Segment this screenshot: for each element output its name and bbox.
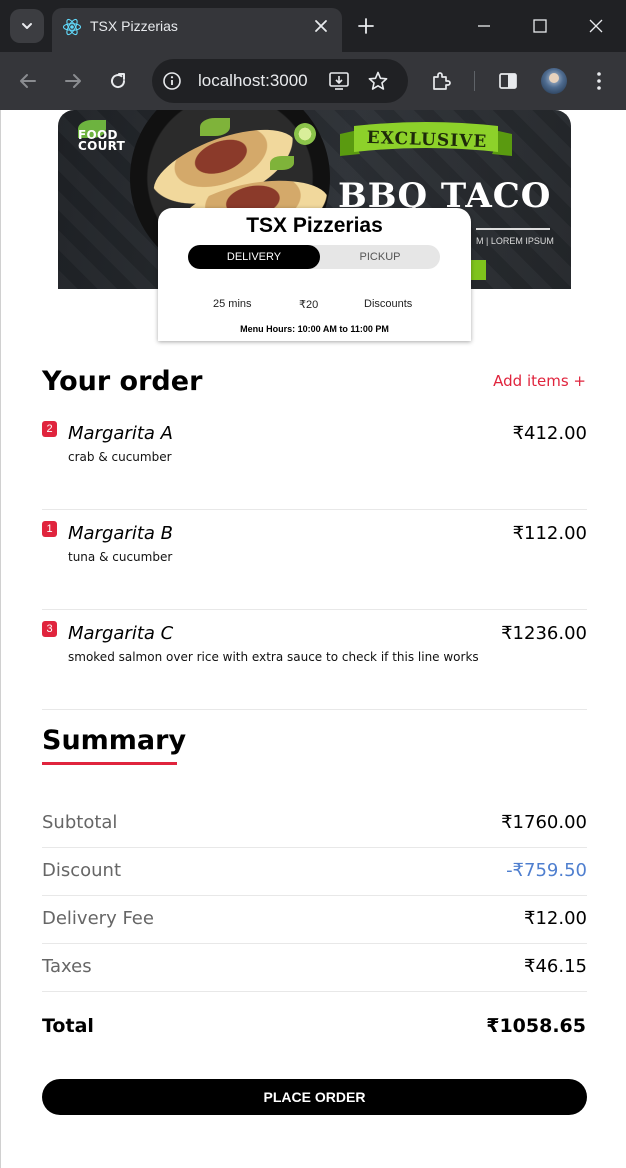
food-court-logo: FOOD COURT — [78, 120, 138, 153]
pickup-tab[interactable]: PICKUP — [320, 245, 440, 269]
item-name: Margarita C — [68, 623, 174, 644]
react-favicon-icon — [62, 18, 82, 36]
item-description: smoked salmon over rice with extra sauce… — [68, 650, 479, 664]
quantity-badge: 1 — [42, 521, 57, 537]
browser-titlebar: TSX Pizzerias — [0, 0, 626, 52]
place-order-button[interactable]: PLACE ORDER — [42, 1079, 587, 1115]
summary-value: ₹46.15 — [524, 956, 587, 977]
window-close-icon[interactable] — [586, 16, 606, 36]
summary-row-taxes: Taxes ₹46.15 — [42, 944, 587, 992]
discounts-link[interactable]: Discounts — [364, 298, 412, 310]
summary-label: Taxes — [42, 956, 92, 977]
maximize-icon[interactable] — [530, 16, 550, 36]
page-content: FOOD COURT EXCLUSIVE BBQ TACO M | LOREM … — [0, 110, 626, 1168]
summary-heading: Summary — [42, 725, 187, 756]
item-price: ₹412.00 — [512, 423, 587, 444]
quantity-badge: 2 — [42, 421, 57, 437]
summary-label: Delivery Fee — [42, 908, 154, 929]
reload-icon[interactable] — [106, 69, 130, 93]
total-label: Total — [42, 1015, 94, 1037]
minimize-icon[interactable] — [474, 16, 494, 36]
summary-value: -₹759.50 — [506, 860, 587, 881]
order-item[interactable]: 2 Margarita A crab & cucumber ₹412.00 — [42, 410, 587, 510]
tab-title: TSX Pizzerias — [90, 18, 178, 34]
close-tab-icon[interactable] — [312, 17, 330, 35]
extensions-icon[interactable] — [429, 69, 453, 93]
order-item[interactable]: 3 Margarita C smoked salmon over rice wi… — [42, 610, 587, 710]
total-value: ₹1058.65 — [486, 1015, 586, 1037]
address-bar[interactable]: localhost:3000 — [152, 59, 408, 103]
eta-text: 25 mins — [213, 298, 252, 310]
delivery-tab[interactable]: DELIVERY — [188, 245, 320, 269]
profile-avatar[interactable] — [541, 68, 567, 94]
add-items-link[interactable]: Add items + — [493, 372, 586, 390]
browser-tab[interactable]: TSX Pizzerias — [52, 8, 342, 52]
banner-subline: M | LOREM IPSUM — [476, 236, 554, 246]
forward-icon[interactable] — [61, 69, 85, 93]
item-price: ₹1236.00 — [501, 623, 587, 644]
summary-value: ₹1760.00 — [501, 812, 587, 833]
summary-value: ₹12.00 — [524, 908, 587, 929]
restaurant-info-card: TSX Pizzerias DELIVERY PICKUP 25 mins ₹2… — [158, 208, 471, 341]
side-panel-icon[interactable] — [496, 69, 520, 93]
browser-toolbar: localhost:3000 — [0, 52, 626, 110]
item-description: crab & cucumber — [68, 450, 172, 464]
toolbar-divider — [474, 71, 475, 91]
brand-text: FOOD COURT — [78, 128, 126, 153]
url-text[interactable]: localhost:3000 — [198, 71, 308, 91]
order-item[interactable]: 1 Margarita B tuna & cucumber ₹112.00 — [42, 510, 587, 610]
item-name: Margarita B — [68, 523, 173, 544]
site-info-icon[interactable] — [162, 71, 182, 91]
kebab-menu-icon[interactable] — [587, 69, 611, 93]
order-mode-toggle: DELIVERY PICKUP — [188, 245, 440, 269]
summary-row-discount: Discount -₹759.50 — [42, 848, 587, 896]
summary-label: Subtotal — [42, 812, 118, 833]
tab-list-icon — [22, 23, 32, 29]
item-name: Margarita A — [68, 423, 173, 444]
summary-row-subtotal: Subtotal ₹1760.00 — [42, 800, 587, 848]
summary-row-delivery-fee: Delivery Fee ₹12.00 — [42, 896, 587, 944]
tab-list-button[interactable] — [10, 9, 44, 43]
restaurant-name: TSX Pizzerias — [246, 214, 383, 237]
summary-underline — [42, 762, 177, 765]
summary-label: Discount — [42, 860, 122, 881]
install-app-icon[interactable] — [328, 70, 350, 92]
banner-rule — [476, 228, 550, 230]
your-order-heading: Your order — [42, 366, 203, 397]
menu-hours: Menu Hours: 10:00 AM to 11:00 PM — [240, 324, 389, 334]
item-description: tuna & cucumber — [68, 550, 173, 564]
new-tab-icon[interactable] — [356, 16, 376, 36]
bookmark-star-icon[interactable] — [367, 70, 389, 92]
quantity-badge: 3 — [42, 621, 57, 637]
item-price: ₹112.00 — [512, 523, 587, 544]
back-icon[interactable] — [16, 69, 40, 93]
delivery-fee-text: ₹20 — [299, 299, 319, 311]
banner-accent-block — [470, 260, 486, 280]
